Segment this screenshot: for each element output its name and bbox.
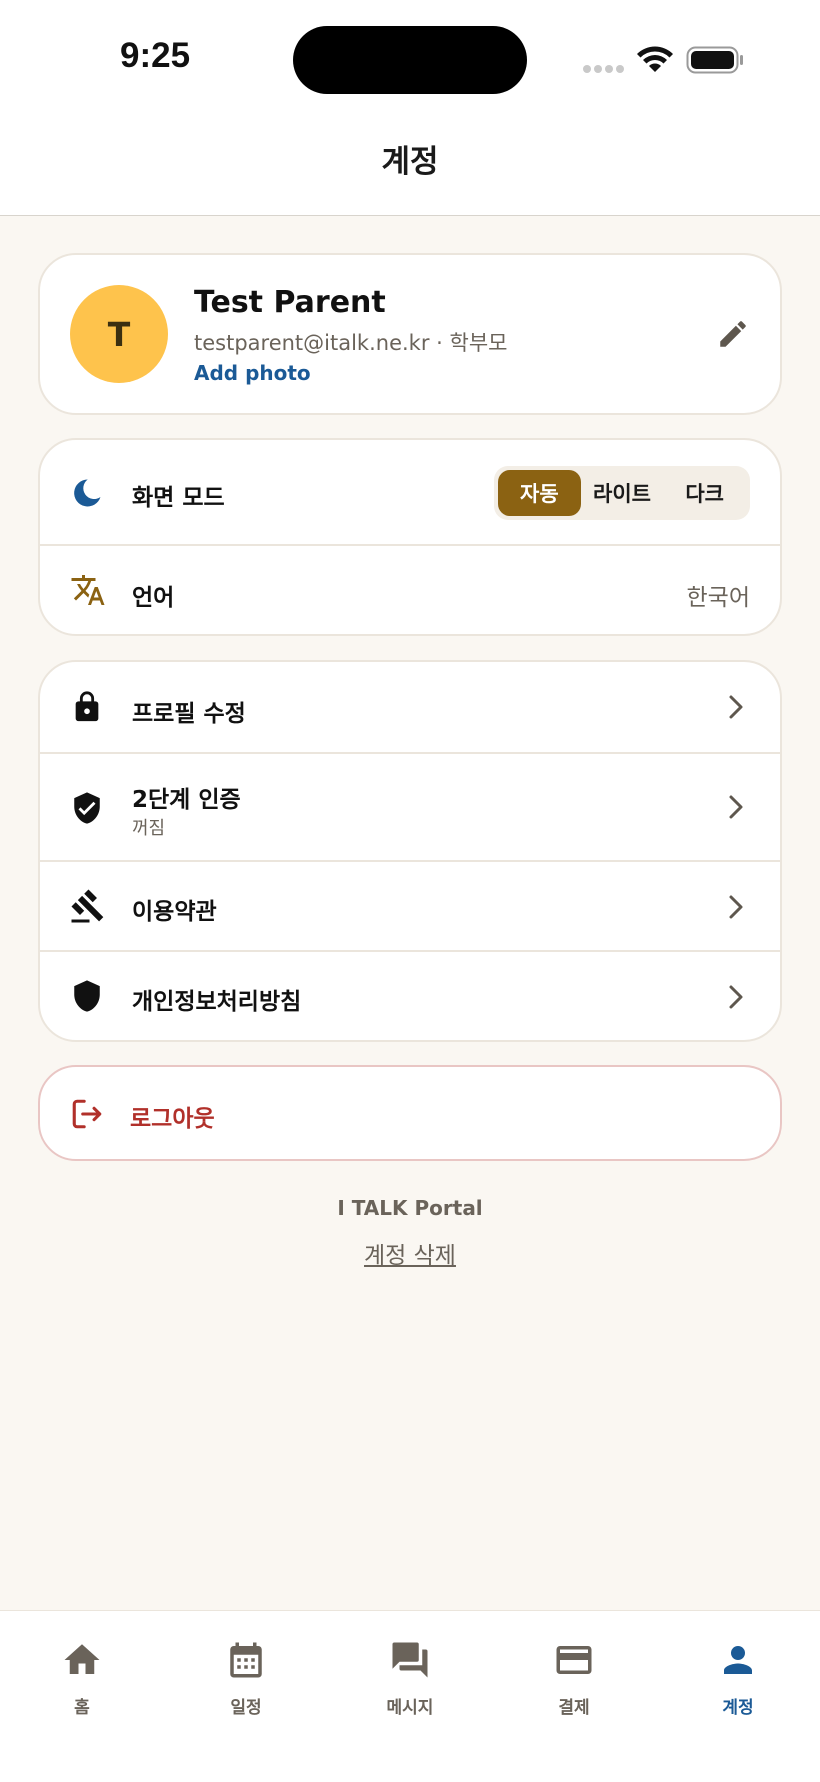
edit-profile-label: 프로필 수정 (132, 701, 246, 727)
chevron-right-icon (729, 985, 743, 1009)
add-photo-link[interactable]: Add photo (194, 361, 311, 385)
shield-icon (74, 980, 100, 1012)
language-row[interactable]: 언어 한국어 (40, 546, 780, 634)
language-value: 한국어 (686, 585, 750, 611)
home-icon (64, 1644, 100, 1674)
tab-label: 결제 (558, 1698, 590, 1718)
chevron-right-icon (729, 695, 743, 719)
chevron-right-icon (729, 795, 743, 819)
avatar-initial: T (107, 314, 131, 354)
theme-row: 화면 모드 자동 라이트 다크 (40, 440, 780, 546)
person-icon (724, 1646, 752, 1674)
two-factor-label: 2단계 인증 (132, 787, 241, 813)
tab-bar: 홈 일정 메시지 결제 계정 (0, 1610, 820, 1782)
theme-label: 화면 모드 (132, 485, 225, 511)
settings-card: 화면 모드 자동 라이트 다크 언어 한국어 (38, 438, 782, 636)
calendar-icon (230, 1642, 262, 1678)
status-time: 9:25 (120, 36, 191, 75)
tab-account[interactable]: 계정 (678, 1639, 798, 1739)
footer-brand: I TALK Portal (337, 1196, 483, 1220)
lock-icon (75, 691, 99, 722)
logout-icon (72, 1099, 102, 1129)
menu-item-terms[interactable]: 이용약관 (40, 862, 780, 952)
menu-card: 프로필 수정 2단계 인증 꺼짐 이용약관 개인정보처리방침 (38, 660, 782, 1042)
theme-option-dark[interactable]: 다크 (663, 470, 746, 516)
profile-card: T Test Parent testparent@italk.ne.kr · 학… (38, 253, 782, 415)
menu-item-edit-profile[interactable]: 프로필 수정 (40, 662, 780, 754)
gavel-icon (71, 889, 104, 923)
page-title: 계정 (381, 144, 439, 180)
tab-schedule[interactable]: 일정 (186, 1639, 306, 1739)
tab-home[interactable]: 홈 (22, 1639, 142, 1739)
chevron-right-icon (729, 895, 743, 919)
tab-label: 계정 (722, 1698, 754, 1718)
profile-email: testparent@italk.ne.kr · 학부모 (194, 331, 508, 355)
two-factor-status: 꺼짐 (132, 818, 166, 839)
tab-label: 메시지 (386, 1698, 434, 1718)
tab-payment[interactable]: 결제 (514, 1639, 634, 1739)
theme-option-auto[interactable]: 자동 (498, 470, 581, 516)
moon-icon (74, 479, 101, 507)
logout-label: 로그아웃 (130, 1106, 215, 1132)
credit-card-icon (556, 1646, 592, 1674)
terms-label: 이용약관 (132, 899, 217, 925)
tab-messages[interactable]: 메시지 (350, 1639, 470, 1739)
chat-icon (392, 1642, 428, 1678)
translate-icon (71, 575, 105, 605)
language-label: 언어 (132, 585, 175, 611)
wifi-icon (637, 46, 673, 72)
logout-button[interactable]: 로그아웃 (38, 1065, 782, 1161)
tab-label: 일정 (230, 1698, 262, 1718)
tab-label: 홈 (74, 1698, 90, 1718)
avatar[interactable]: T (70, 285, 168, 383)
privacy-label: 개인정보처리방침 (132, 989, 302, 1015)
theme-segmented-control: 자동 라이트 다크 (494, 466, 750, 520)
delete-account-link[interactable]: 계정 삭제 (0, 1236, 820, 1270)
signal-icon (583, 65, 624, 73)
menu-item-two-factor[interactable]: 2단계 인증 꺼짐 (40, 754, 780, 862)
theme-option-light[interactable]: 라이트 (581, 470, 664, 516)
profile-name: Test Parent (194, 285, 386, 320)
pencil-icon[interactable] (716, 317, 750, 351)
dynamic-island (293, 26, 527, 94)
nav-header: 계정 (0, 110, 820, 216)
menu-item-privacy[interactable]: 개인정보처리방침 (40, 952, 780, 1040)
status-bar: 9:25 (0, 0, 820, 110)
shield-check-icon (74, 792, 100, 824)
battery-icon (686, 46, 743, 74)
